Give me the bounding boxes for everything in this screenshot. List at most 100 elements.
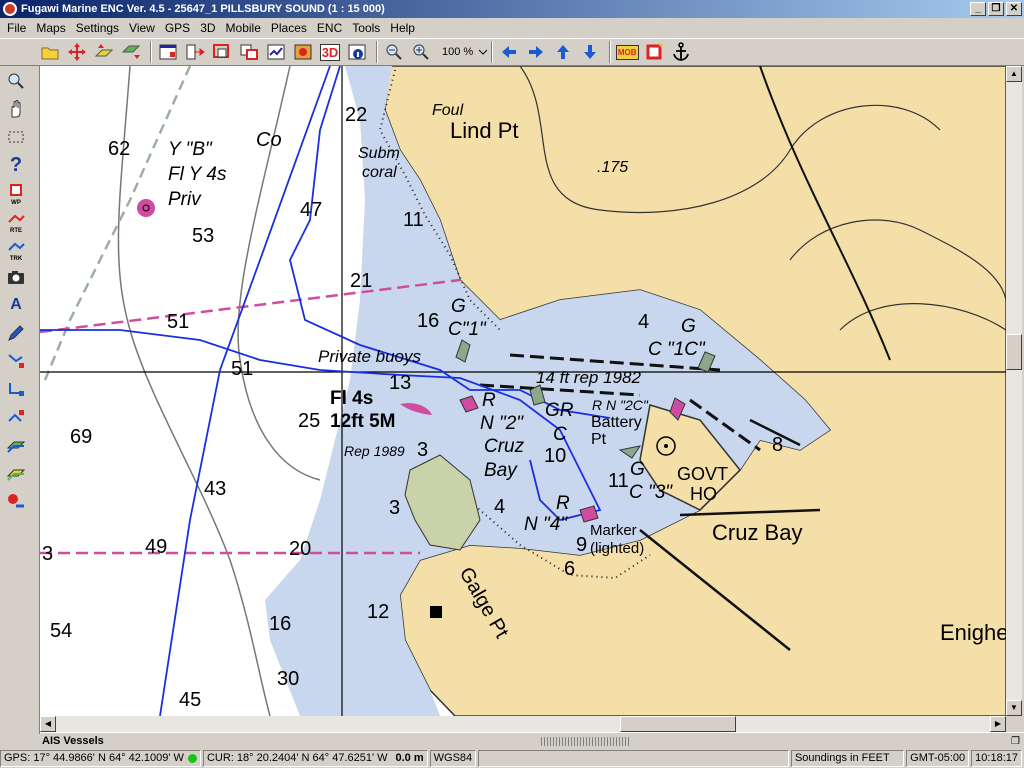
vertical-scroll-thumb[interactable] — [1006, 334, 1022, 370]
sounding: 54 — [50, 620, 72, 642]
menu-enc[interactable]: ENC — [312, 21, 347, 35]
label-rep-14ft: 14 ft rep 1982 — [536, 368, 641, 387]
anchor-icon[interactable] — [669, 40, 693, 64]
mob-button[interactable]: MOB — [615, 40, 639, 64]
label-co: Co — [256, 129, 282, 151]
hand-pan-icon[interactable] — [2, 96, 30, 122]
arrow-right-icon[interactable] — [524, 40, 548, 64]
cursor-text: CUR: 18° 20.2404' N 64° 47.6251' W — [206, 752, 388, 764]
label-foul: Foul — [432, 102, 464, 119]
label-marker: Marker — [590, 522, 637, 539]
track-tool-button[interactable]: TRK — [2, 236, 30, 262]
chevron-down-icon[interactable] — [479, 48, 488, 56]
menu-view[interactable]: View — [124, 21, 160, 35]
menu-settings[interactable]: Settings — [71, 21, 124, 35]
horizontal-scroll-thumb[interactable] — [620, 716, 736, 732]
window-title: Fugawi Marine ENC Ver. 4.5 - 25647_1 PIL… — [21, 3, 385, 15]
distance-value: 0.0 m — [395, 752, 424, 764]
status-empty — [478, 750, 789, 767]
record-track-icon[interactable] — [2, 488, 30, 514]
select-rectangle-icon[interactable] — [2, 124, 30, 150]
pen-icon[interactable] — [2, 320, 30, 346]
info-icon[interactable] — [345, 40, 369, 64]
tool-layer-green-icon[interactable] — [2, 432, 30, 458]
datum: WGS84 — [429, 750, 477, 767]
picture-icon[interactable] — [291, 40, 315, 64]
building-icon — [430, 606, 442, 618]
menu-help[interactable]: Help — [385, 21, 420, 35]
nautical-chart[interactable]: 62 53 47 22 11 21 16 51 51 13 69 25 3 43… — [40, 66, 1006, 716]
sounding: 20 — [289, 538, 311, 560]
sounding: 13 — [389, 372, 411, 394]
panel-grip[interactable] — [541, 736, 632, 746]
label-buoy-n2: N "2" — [480, 413, 524, 434]
trk-tag: TRK — [9, 256, 23, 262]
camera-icon[interactable] — [2, 264, 30, 290]
scroll-up-icon[interactable]: ▲ — [1006, 66, 1022, 82]
app-icon[interactable] — [3, 2, 17, 16]
pan-arrows-icon[interactable] — [65, 40, 89, 64]
menu-places[interactable]: Places — [266, 21, 312, 35]
sounding: 3 — [42, 543, 53, 565]
label-coral: coral — [362, 164, 397, 181]
tool-layer-yellow-icon[interactable] — [2, 460, 30, 486]
frame-icon[interactable] — [210, 40, 234, 64]
buoy-yb-marker — [137, 199, 155, 217]
menu-mobile[interactable]: Mobile — [221, 21, 266, 35]
minimize-button[interactable]: _ — [970, 2, 986, 16]
open-folder-icon[interactable] — [38, 40, 62, 64]
3d-label: 3D — [319, 43, 341, 61]
close-button[interactable]: ✕ — [1006, 2, 1022, 16]
label-rep-1989: Rep 1989 — [344, 443, 405, 459]
restore-panel-icon[interactable]: ❐ — [1011, 736, 1020, 747]
waypoint-tool-button[interactable]: WP — [2, 180, 30, 206]
tool-route-step-icon[interactable] — [2, 376, 30, 402]
menu-file[interactable]: File — [2, 21, 31, 35]
scroll-down-icon[interactable]: ▼ — [1006, 700, 1022, 716]
route-tool-button[interactable]: RTE — [2, 208, 30, 234]
label-buoy-c3: C "3" — [629, 482, 673, 503]
label-buoy-g: G — [630, 459, 645, 480]
arrow-up-icon[interactable] — [551, 40, 575, 64]
waypoint-square-icon[interactable] — [642, 40, 666, 64]
vertical-scrollbar[interactable]: ▲ ▼ — [1006, 66, 1022, 716]
label-subm: Subm — [358, 145, 400, 162]
maximize-button[interactable]: ❐ — [988, 2, 1004, 16]
zoom-in-icon[interactable] — [409, 40, 433, 64]
main-toolbar: 3D 100 % MOB — [0, 38, 1024, 66]
magnifier-icon[interactable] — [2, 68, 30, 94]
menu-maps[interactable]: Maps — [31, 21, 70, 35]
layers-icon[interactable] — [237, 40, 261, 64]
menu-3d[interactable]: 3D — [195, 21, 220, 35]
arrow-down-icon[interactable] — [578, 40, 602, 64]
scroll-left-icon[interactable]: ◀ — [40, 716, 56, 732]
3d-view-button[interactable]: 3D — [318, 40, 342, 64]
zoom-level[interactable]: 100 % — [436, 46, 479, 58]
enc-icon[interactable] — [264, 40, 288, 64]
label-buoy-fly4s: Fl Y 4s — [168, 164, 227, 185]
menu-gps[interactable]: GPS — [160, 21, 195, 35]
label-buoy-g: G — [451, 296, 466, 317]
chart-window-icon[interactable] — [156, 40, 180, 64]
sounding: 53 — [192, 225, 214, 247]
tool-route-edit-icon[interactable] — [2, 348, 30, 374]
help-question-icon[interactable]: ? — [2, 152, 30, 178]
chart-down-icon[interactable] — [119, 40, 143, 64]
chart-up-icon[interactable] — [92, 40, 116, 64]
zoom-out-icon[interactable] — [382, 40, 406, 64]
toolbar-separator — [491, 41, 494, 63]
sounding: 3 — [389, 497, 400, 519]
toolbar-separator — [150, 41, 152, 63]
horizontal-scrollbar[interactable]: ◀ ▶ — [40, 716, 1006, 732]
move-right-icon[interactable] — [183, 40, 207, 64]
tool-route-join-icon[interactable] — [2, 404, 30, 430]
soundings-unit: Soundings in FEET — [790, 750, 905, 767]
chart-view[interactable]: 62 53 47 22 11 21 16 51 51 13 69 25 3 43… — [40, 66, 1006, 716]
ais-vessels-label: AIS Vessels — [42, 735, 104, 747]
text-tool-icon[interactable]: A — [2, 292, 30, 318]
sounding: 8 — [772, 434, 783, 456]
arrow-left-icon[interactable] — [497, 40, 521, 64]
scroll-right-icon[interactable]: ▶ — [990, 716, 1006, 732]
menu-tools[interactable]: Tools — [347, 21, 385, 35]
label-buoy-r: R — [482, 390, 496, 411]
